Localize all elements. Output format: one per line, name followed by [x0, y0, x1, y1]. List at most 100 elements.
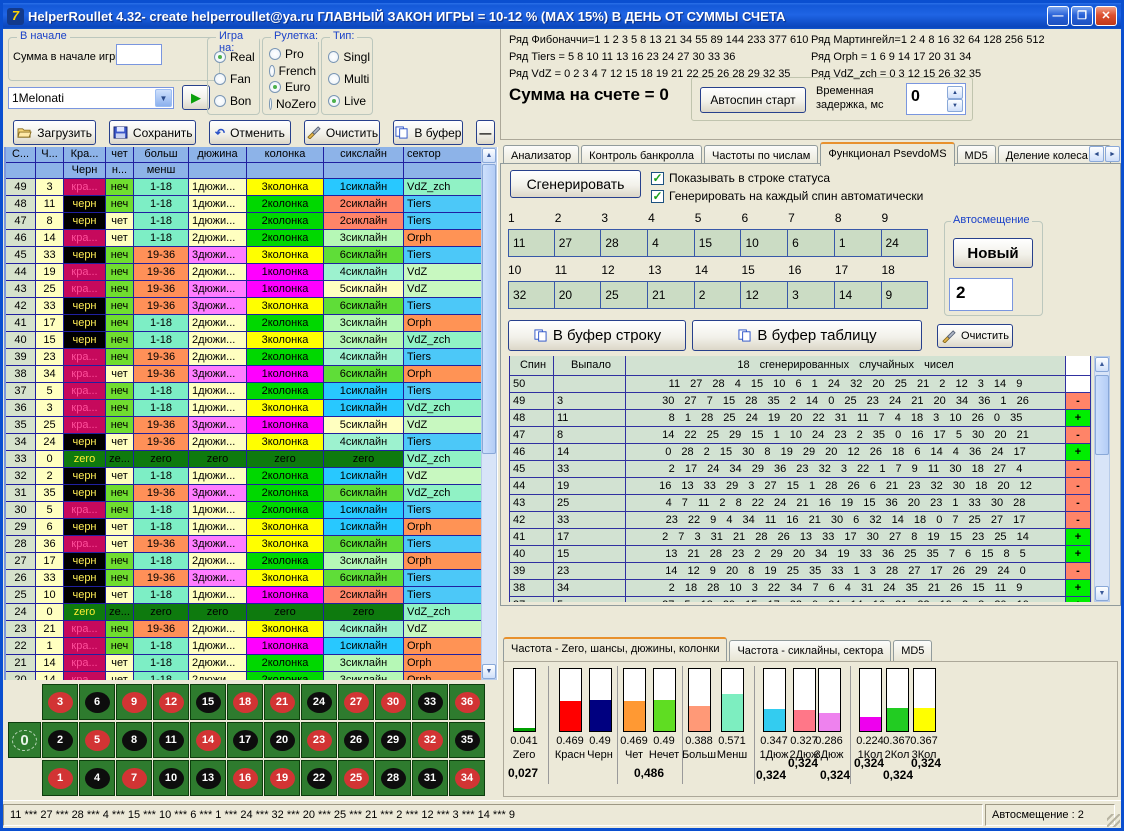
table-row[interactable]: 478чернчет1-181дюжи...2колонка2сиклайнTi… — [6, 213, 482, 230]
copy-buffer-button[interactable]: В буфер — [393, 120, 463, 145]
radio-option-pro[interactable]: Pro — [269, 47, 316, 61]
board-number-13[interactable]: 13 — [190, 760, 226, 796]
radio-icon[interactable] — [269, 98, 272, 110]
table-row[interactable]: 375кра...неч1-181дюжи...2колонка1сиклайн… — [6, 383, 482, 400]
checkbox-status-row[interactable]: ✓ Показывать в строке статуса — [651, 171, 830, 185]
spin-row[interactable]: 441916 13 33 29 3 27 15 1 28 26 6 21 23 … — [509, 478, 1092, 495]
run-button[interactable]: ▶ — [182, 85, 210, 110]
radio-icon[interactable] — [214, 51, 226, 63]
board-number-32[interactable]: 32 — [412, 722, 448, 758]
board-number-18[interactable]: 18 — [227, 684, 263, 720]
table-row[interactable]: 240zeroze...zerozerozerozeroVdZ_zch — [6, 604, 482, 621]
radio-icon[interactable] — [269, 48, 281, 60]
tab-3[interactable]: Функционал PsevdoMS — [820, 142, 954, 166]
board-number-36[interactable]: 36 — [449, 684, 485, 720]
results-table-scrollbar[interactable]: ▲ ▼ — [481, 147, 497, 680]
board-number-21[interactable]: 21 — [264, 684, 300, 720]
table-row[interactable]: 3834кра...чет19-363дюжи...1колонка6сикла… — [6, 366, 482, 383]
buffer-row-button[interactable]: В буфер строку — [508, 320, 686, 351]
board-number-16[interactable]: 16 — [227, 760, 263, 796]
preset-combobox[interactable]: 1Melonati ▼ — [8, 87, 174, 109]
clear-button[interactable]: Очистить — [304, 120, 380, 145]
board-number-26[interactable]: 26 — [338, 722, 374, 758]
spin-table-scrollbar[interactable]: ▲ ▼ — [1094, 356, 1110, 602]
table-row[interactable]: 2114кра...чет1-182дюжи...2колонка3сиклай… — [6, 655, 482, 672]
board-number-22[interactable]: 22 — [301, 760, 337, 796]
resize-grip-icon[interactable] — [1107, 814, 1120, 827]
table-row[interactable]: 4015черннеч1-182дюжи...3колонка3сиклайнV… — [6, 332, 482, 349]
table-row[interactable]: 4117черннеч1-182дюжи...2колонка3сиклайнO… — [6, 315, 482, 332]
spin-row[interactable]: 43254 7 11 2 8 22 24 21 16 19 15 36 20 2… — [509, 495, 1092, 512]
radio-option-nozero[interactable]: NoZero — [269, 97, 316, 111]
board-number-34[interactable]: 34 — [449, 760, 485, 796]
buffer-table-button[interactable]: В буфер таблицу — [692, 320, 922, 351]
radio-icon[interactable] — [328, 95, 340, 107]
board-number-11[interactable]: 11 — [153, 722, 189, 758]
table-row[interactable]: 493кра...неч1-181дюжи...3колонка1сиклайн… — [6, 179, 482, 196]
board-number-35[interactable]: 35 — [449, 722, 485, 758]
scroll-up-icon[interactable]: ▲ — [1095, 357, 1109, 372]
table-row[interactable]: 4614кра...чет1-182дюжи...2колонка3сиклай… — [6, 230, 482, 247]
radio-icon[interactable] — [214, 73, 226, 85]
table-row[interactable]: 305кра...неч1-181дюжи...2колонка1сиклайн… — [6, 502, 482, 519]
board-number-12[interactable]: 12 — [153, 684, 189, 720]
board-number-1[interactable]: 1 — [42, 760, 78, 796]
table-row[interactable]: 3135черннеч19-363дюжи...2колонка6сиклайн… — [6, 485, 482, 502]
board-number-7[interactable]: 7 — [116, 760, 152, 796]
table-row[interactable]: 2836кра...чет19-363дюжи...3колонка6сикла… — [6, 536, 482, 553]
spin-row[interactable]: 37527 5 18 29 15 17 22 0 24 14 16 31 23 … — [509, 597, 1092, 602]
radio-option-euro[interactable]: Euro — [269, 80, 316, 94]
collapse-button[interactable]: — — [476, 120, 495, 145]
table-row[interactable]: 3525кра...неч19-363дюжи...1колонка5сикла… — [6, 417, 482, 434]
spinner-up-icon[interactable]: ▲ — [947, 86, 963, 99]
undo-button[interactable]: ↶ Отменить — [209, 120, 291, 145]
scroll-down-icon[interactable]: ▼ — [482, 664, 496, 679]
table-row[interactable]: 2321кра...неч19-362дюжи...3колонка4сикла… — [6, 621, 482, 638]
maximize-icon[interactable]: ❐ — [1071, 6, 1093, 26]
spin-row[interactable]: 5011 27 28 4 15 10 6 1 24 32 20 25 21 2 … — [509, 376, 1092, 393]
board-number-15[interactable]: 15 — [190, 684, 226, 720]
board-number-29[interactable]: 29 — [375, 722, 411, 758]
new-button[interactable]: Новый — [953, 238, 1033, 268]
table-row[interactable]: 4233черннеч19-363дюжи...3колонка6сиклайн… — [6, 298, 482, 315]
scrollbar-thumb[interactable] — [482, 164, 496, 454]
board-number-4[interactable]: 4 — [79, 760, 115, 796]
table-row[interactable]: 4533черннеч19-363дюжи...3колонка6сиклайн… — [6, 247, 482, 264]
spinner-down-icon[interactable]: ▼ — [947, 99, 963, 112]
radio-icon[interactable] — [328, 73, 340, 85]
board-number-9[interactable]: 9 — [116, 684, 152, 720]
radio-option-real[interactable]: Real — [214, 50, 257, 64]
board-number-33[interactable]: 33 — [412, 684, 448, 720]
checkbox-status-icon[interactable]: ✓ — [651, 172, 664, 185]
save-button[interactable]: Сохранить — [109, 120, 196, 145]
close-icon[interactable]: ✕ — [1095, 6, 1117, 26]
freq-tab-2[interactable]: MD5 — [893, 640, 932, 661]
spin-row[interactable]: 48118 1 28 25 24 19 20 22 31 11 7 4 18 3… — [509, 410, 1092, 427]
table-row[interactable]: 4811черннеч1-181дюжи...2колонка2сиклайнT… — [6, 196, 482, 213]
table-row[interactable]: 296чернчет1-181дюжи...3колонка1сиклайнOr… — [6, 519, 482, 536]
radio-option-singl[interactable]: Singl — [328, 50, 370, 64]
table-row[interactable]: 221кра...неч1-181дюжи...1колонка1сиклайн… — [6, 638, 482, 655]
clear-generator-button[interactable]: Очистить — [937, 324, 1013, 348]
scrollbar-thumb[interactable] — [1095, 375, 1109, 455]
checkbox-autogen-icon[interactable]: ✓ — [651, 190, 664, 203]
board-number-17[interactable]: 17 — [227, 722, 263, 758]
table-row[interactable]: 3424чернчет19-362дюжи...3колонка4сиклайн… — [6, 434, 482, 451]
spin-row[interactable]: 423323 22 9 4 34 11 16 21 30 6 32 14 18 … — [509, 512, 1092, 529]
radio-option-multi[interactable]: Multi — [328, 72, 370, 86]
board-number-28[interactable]: 28 — [375, 760, 411, 796]
table-row[interactable]: 322чернчет1-181дюжи...2колонка1сиклайнVd… — [6, 468, 482, 485]
board-number-31[interactable]: 31 — [412, 760, 448, 796]
board-number-19[interactable]: 19 — [264, 760, 300, 796]
board-number-20[interactable]: 20 — [264, 722, 300, 758]
radio-option-live[interactable]: Live — [328, 94, 370, 108]
spin-row[interactable]: 38342 18 28 10 3 22 34 7 6 4 31 24 35 21… — [509, 580, 1092, 597]
table-row[interactable]: 3923кра...неч19-362дюжи...2колонка4сикла… — [6, 349, 482, 366]
board-number-14[interactable]: 14 — [190, 722, 226, 758]
radio-option-bon[interactable]: Bon — [214, 94, 257, 108]
radio-option-french[interactable]: French — [269, 64, 316, 78]
radio-icon[interactable] — [269, 65, 275, 77]
board-number-2[interactable]: 2 — [42, 722, 78, 758]
board-number-3[interactable]: 3 — [42, 684, 78, 720]
table-row[interactable]: 2014кра...чет1-182дюжи...2колонка3сиклай… — [6, 672, 482, 680]
